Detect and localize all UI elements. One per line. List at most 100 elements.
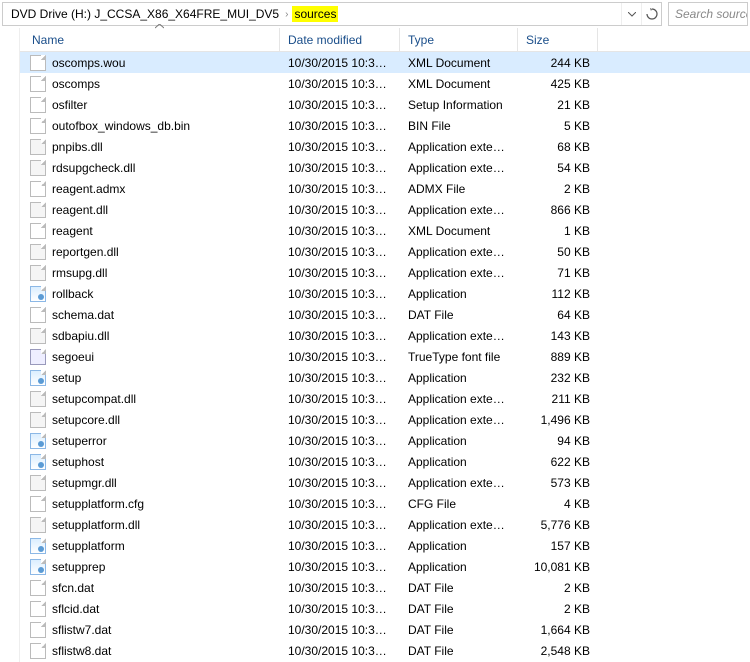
table-row[interactable]: setupcompat.dll10/30/2015 10:30 ...Appli… xyxy=(20,388,750,409)
table-row[interactable]: setuphost10/30/2015 10:30 ...Application… xyxy=(20,451,750,472)
address-bar[interactable]: DVD Drive (H:) J_CCSA_X86_X64FRE_MUI_DV5… xyxy=(2,2,662,26)
table-row[interactable]: sflistw7.dat10/30/2015 10:30 ...DAT File… xyxy=(20,619,750,640)
dat-file-icon xyxy=(30,181,46,197)
column-header-name[interactable]: Name xyxy=(20,28,280,51)
cell-date: 10/30/2015 10:30 ... xyxy=(280,476,400,490)
dll-file-icon xyxy=(30,412,46,428)
file-name: setupplatform.cfg xyxy=(52,497,144,511)
table-row[interactable]: sfcn.dat10/30/2015 10:30 ...DAT File2 KB xyxy=(20,577,750,598)
cell-date: 10/30/2015 10:30 ... xyxy=(280,140,400,154)
table-row[interactable]: reagent.admx10/30/2015 10:30 ...ADMX Fil… xyxy=(20,178,750,199)
table-row[interactable]: osfilter10/30/2015 10:30 ...Setup Inform… xyxy=(20,94,750,115)
app-file-icon xyxy=(30,370,46,386)
search-input[interactable]: Search sources xyxy=(668,2,748,26)
cell-date: 10/30/2015 10:30 ... xyxy=(280,203,400,217)
cell-size: 866 KB xyxy=(518,203,598,217)
cell-date: 10/30/2015 10:30 ... xyxy=(280,644,400,658)
xml-file-icon xyxy=(30,55,46,71)
cell-size: 68 KB xyxy=(518,140,598,154)
cell-date: 10/30/2015 10:30 ... xyxy=(280,623,400,637)
cell-type: DAT File xyxy=(400,602,518,616)
cell-name: reagent.admx xyxy=(20,181,280,197)
table-row[interactable]: reagent.dll10/30/2015 10:30 ...Applicati… xyxy=(20,199,750,220)
breadcrumb-drive[interactable]: DVD Drive (H:) J_CCSA_X86_X64FRE_MUI_DV5 xyxy=(9,6,281,22)
cell-type: Application extens... xyxy=(400,140,518,154)
table-row[interactable]: outofbox_windows_db.bin10/30/2015 10:30 … xyxy=(20,115,750,136)
cell-date: 10/30/2015 10:30 ... xyxy=(280,371,400,385)
table-row[interactable]: sflistw8.dat 10/30/2015 10:30 ...DAT File… xyxy=(20,640,750,661)
table-row[interactable]: rdsupgcheck.dll10/30/2015 10:30 ...Appli… xyxy=(20,157,750,178)
cell-date: 10/30/2015 10:30 ... xyxy=(280,287,400,301)
cell-name: reagent.dll xyxy=(20,202,280,218)
cell-name: sfcn.dat xyxy=(20,580,280,596)
table-row[interactable]: setupplatform.dll10/30/2015 10:30 ...App… xyxy=(20,514,750,535)
history-dropdown-button[interactable] xyxy=(621,3,641,25)
cell-type: BIN File xyxy=(400,119,518,133)
file-name: osfilter xyxy=(52,98,87,112)
cell-type: ADMX File xyxy=(400,182,518,196)
table-row[interactable]: reportgen.dll10/30/2015 10:30 ...Applica… xyxy=(20,241,750,262)
file-name: reagent.admx xyxy=(52,182,125,196)
table-row[interactable]: segoeui10/30/2015 10:30 ...TrueType font… xyxy=(20,346,750,367)
dat-file-icon xyxy=(30,643,46,659)
breadcrumb-folder[interactable]: sources xyxy=(292,6,338,22)
cell-date: 10/30/2015 10:30 ... xyxy=(280,455,400,469)
table-row[interactable]: sdbapiu.dll10/30/2015 10:30 ...Applicati… xyxy=(20,325,750,346)
cell-type: XML Document xyxy=(400,224,518,238)
cell-size: 425 KB xyxy=(518,77,598,91)
table-row[interactable]: rollback10/30/2015 10:30 ...Application1… xyxy=(20,283,750,304)
cell-type: Application extens... xyxy=(400,266,518,280)
table-row[interactable]: setupplatform10/30/2015 10:30 ...Applica… xyxy=(20,535,750,556)
xml-file-icon xyxy=(30,76,46,92)
column-header-size[interactable]: Size xyxy=(518,28,598,51)
table-row[interactable]: setuperror10/30/2015 10:30 ...Applicatio… xyxy=(20,430,750,451)
cell-type: XML Document xyxy=(400,56,518,70)
cell-size: 2 KB xyxy=(518,182,598,196)
refresh-button[interactable] xyxy=(641,3,661,25)
file-name: setuperror xyxy=(52,434,107,448)
table-row[interactable]: sflcid.dat10/30/2015 10:30 ...DAT File2 … xyxy=(20,598,750,619)
app-file-icon xyxy=(30,538,46,554)
table-row[interactable]: setupplatform.cfg10/30/2015 10:30 ...CFG… xyxy=(20,493,750,514)
cell-type: Application extens... xyxy=(400,392,518,406)
dll-file-icon xyxy=(30,160,46,176)
navigation-pane[interactable] xyxy=(0,28,20,662)
table-row[interactable]: setupmgr.dll10/30/2015 10:30 ...Applicat… xyxy=(20,472,750,493)
file-name: sflistw8.dat xyxy=(52,644,111,658)
cell-type: Setup Information xyxy=(400,98,518,112)
column-header-type[interactable]: Type xyxy=(400,28,518,51)
cell-type: XML Document xyxy=(400,77,518,91)
column-headers: Name Date modified Type Size xyxy=(20,28,750,52)
cell-name: rollback xyxy=(20,286,280,302)
table-row[interactable]: setupprep 10/30/2015 10:30 ...Application… xyxy=(20,556,750,577)
chevron-right-icon[interactable]: › xyxy=(285,9,288,20)
table-row[interactable]: setup10/30/2015 10:30 ...Application232 … xyxy=(20,367,750,388)
cell-name: segoeui xyxy=(20,349,280,365)
table-row[interactable]: reagent10/30/2015 10:30 ...XML Document1… xyxy=(20,220,750,241)
column-header-date[interactable]: Date modified xyxy=(280,28,400,51)
table-row[interactable]: oscomps10/30/2015 10:30 ...XML Document4… xyxy=(20,73,750,94)
file-name: segoeui xyxy=(52,350,94,364)
sort-indicator-icon xyxy=(155,24,164,29)
table-row[interactable]: setupcore.dll10/30/2015 10:30 ...Applica… xyxy=(20,409,750,430)
search-placeholder: Search sources xyxy=(675,7,748,21)
cell-type: CFG File xyxy=(400,497,518,511)
cell-size: 143 KB xyxy=(518,329,598,343)
cell-name: setuphost xyxy=(20,454,280,470)
cell-name: pnpibs.dll xyxy=(20,139,280,155)
table-row[interactable]: schema.dat10/30/2015 10:30 ...DAT File64… xyxy=(20,304,750,325)
cell-date: 10/30/2015 10:30 ... xyxy=(280,560,400,574)
table-row[interactable]: rmsupg.dll10/30/2015 10:30 ...Applicatio… xyxy=(20,262,750,283)
table-row[interactable]: oscomps.wou10/30/2015 10:30 ...XML Docum… xyxy=(20,52,750,73)
cell-type: Application xyxy=(400,560,518,574)
dat-file-icon xyxy=(30,580,46,596)
cell-type: DAT File xyxy=(400,644,518,658)
cell-size: 10,081 KB xyxy=(518,560,598,574)
cell-date: 10/30/2015 10:30 ... xyxy=(280,119,400,133)
cell-date: 10/30/2015 10:30 ... xyxy=(280,539,400,553)
cell-name: setupplatform.cfg xyxy=(20,496,280,512)
file-name: setupprep xyxy=(52,560,105,574)
table-row[interactable]: pnpibs.dll10/30/2015 10:30 ...Applicatio… xyxy=(20,136,750,157)
cell-type: Application xyxy=(400,455,518,469)
cell-size: 50 KB xyxy=(518,245,598,259)
